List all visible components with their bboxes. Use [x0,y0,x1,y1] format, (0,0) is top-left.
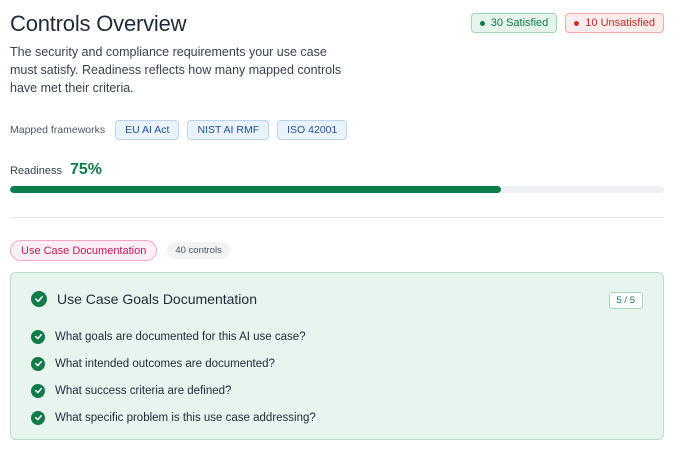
framework-chip-iso-42001[interactable]: ISO 42001 [277,120,348,140]
status-badges: 30 Satisfied 10 Unsatisfied [470,13,664,33]
unsatisfied-badge[interactable]: 10 Unsatisfied [565,13,664,33]
category-chip[interactable]: Use Case Documentation [10,240,158,261]
readiness-value: 75% [69,161,103,178]
page-title: Controls Overview [10,11,187,36]
category-row: Use Case Documentation 40 controls [10,240,230,261]
readiness: Readiness 75% [10,161,102,179]
control-group-count: 5 / 5 [608,292,643,309]
frameworks-label: Mapped frameworks [10,124,106,136]
section-divider [10,217,664,218]
check-circle-icon [31,410,45,425]
control-group-title: Use Case Goals Documentation [57,291,257,307]
satisfied-badge[interactable]: 30 Satisfied [470,13,558,33]
page-description: The security and compliance requirements… [10,45,342,95]
control-group-header[interactable]: Use Case Goals Documentation [31,291,257,307]
check-circle-icon [31,383,45,398]
question-text: What specific problem is this use case a… [55,411,316,424]
check-circle-icon [31,329,45,344]
list-item[interactable]: What specific problem is this use case a… [31,404,316,431]
list-item[interactable]: What success criteria are defined? [31,377,316,404]
control-group-card[interactable]: Use Case Goals Documentation 5 / 5 What … [10,272,664,440]
framework-chip-nist-ai-rmf[interactable]: NIST AI RMF [187,120,270,140]
list-item[interactable]: What intended outcomes are documented? [31,350,316,377]
readiness-label: Readiness [10,165,62,177]
unsatisfied-dot-icon [574,20,580,26]
satisfied-dot-icon [479,20,485,26]
category-count-badge: 40 controls [167,242,230,259]
framework-chip-eu-ai-act[interactable]: EU AI Act [115,120,180,140]
question-text: What intended outcomes are documented? [55,357,275,370]
question-text: What goals are documented for this AI us… [55,330,306,343]
check-circle-icon [31,291,47,307]
readiness-progress-fill [10,186,501,193]
question-list: What goals are documented for this AI us… [31,323,316,431]
question-text: What success criteria are defined? [55,384,232,397]
unsatisfied-label: 10 Unsatisfied [585,17,655,29]
list-item[interactable]: What goals are documented for this AI us… [31,323,316,350]
satisfied-label: 30 Satisfied [490,17,549,29]
mapped-frameworks: Mapped frameworks EU AI Act NIST AI RMF … [10,120,355,140]
readiness-progress-bar [10,186,664,193]
check-circle-icon [31,356,45,371]
